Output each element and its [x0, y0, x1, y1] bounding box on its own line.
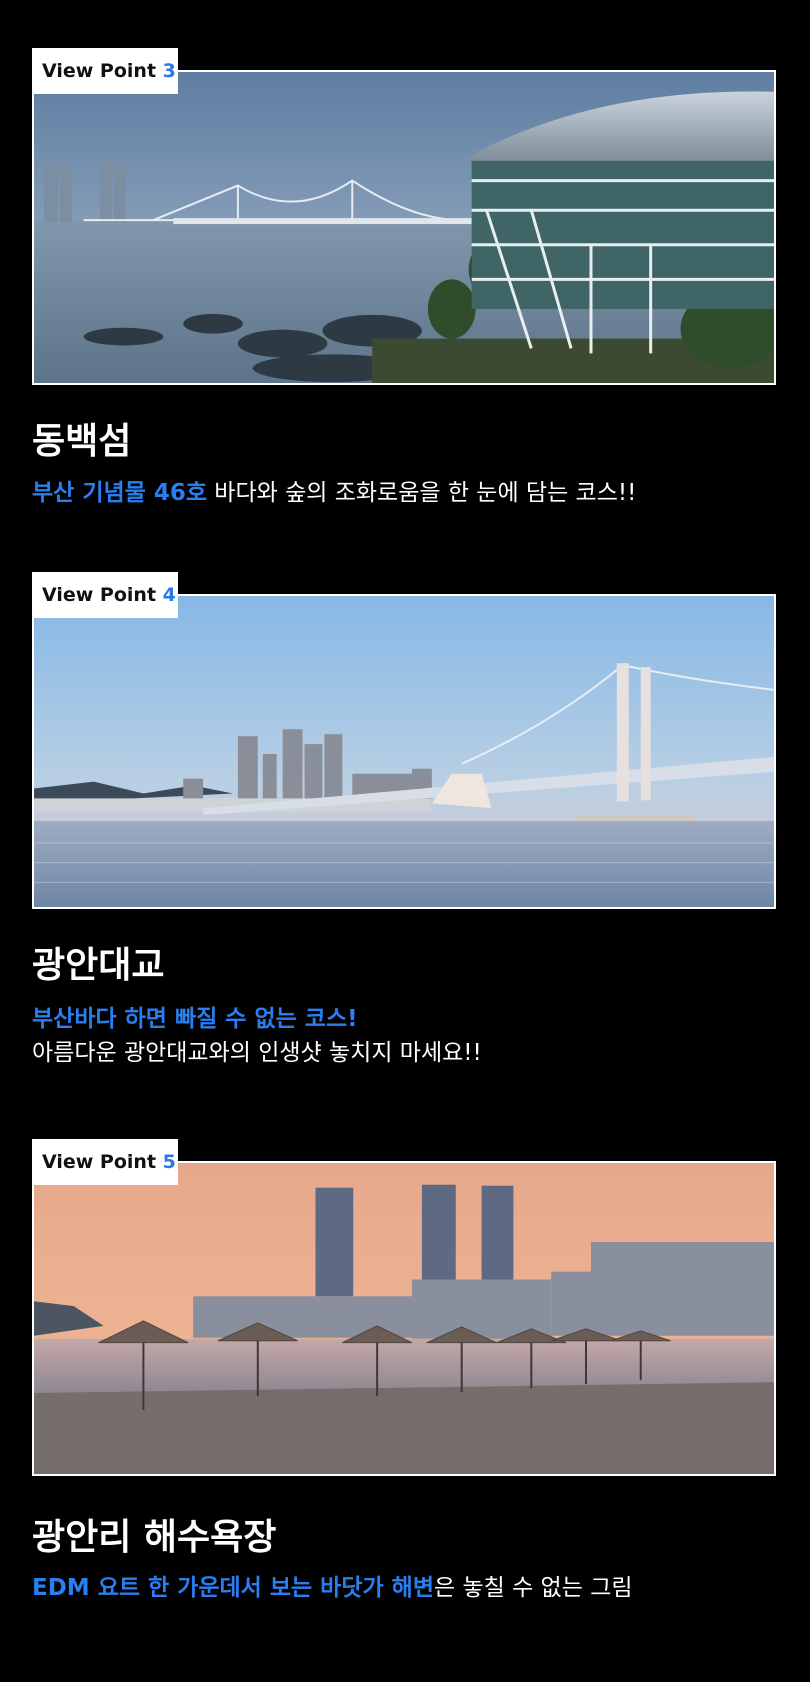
description-text: 은 놓칠 수 없는 그림 [433, 1575, 633, 1601]
viewpoint-badge: View Point 5 [32, 1139, 178, 1185]
location-title: 광안리 해수욕장 [32, 1516, 277, 1558]
gwangalli-beach-photo [32, 1161, 776, 1476]
location-description: EDM 요트 한 가운데서 보는 바닷가 해변은 놓칠 수 없는 그림 [32, 1571, 633, 1605]
description-highlight: EDM 요트 한 가운데서 보는 바닷가 해변 [32, 1575, 434, 1601]
viewpoint-5-section: View Point 5 광안리 해수욕장 EDM 요트 한 가운데서 보는 바… [0, 0, 810, 1682]
viewpoint-label: View Point [42, 1151, 157, 1173]
viewpoint-number: 5 [162, 1151, 176, 1173]
